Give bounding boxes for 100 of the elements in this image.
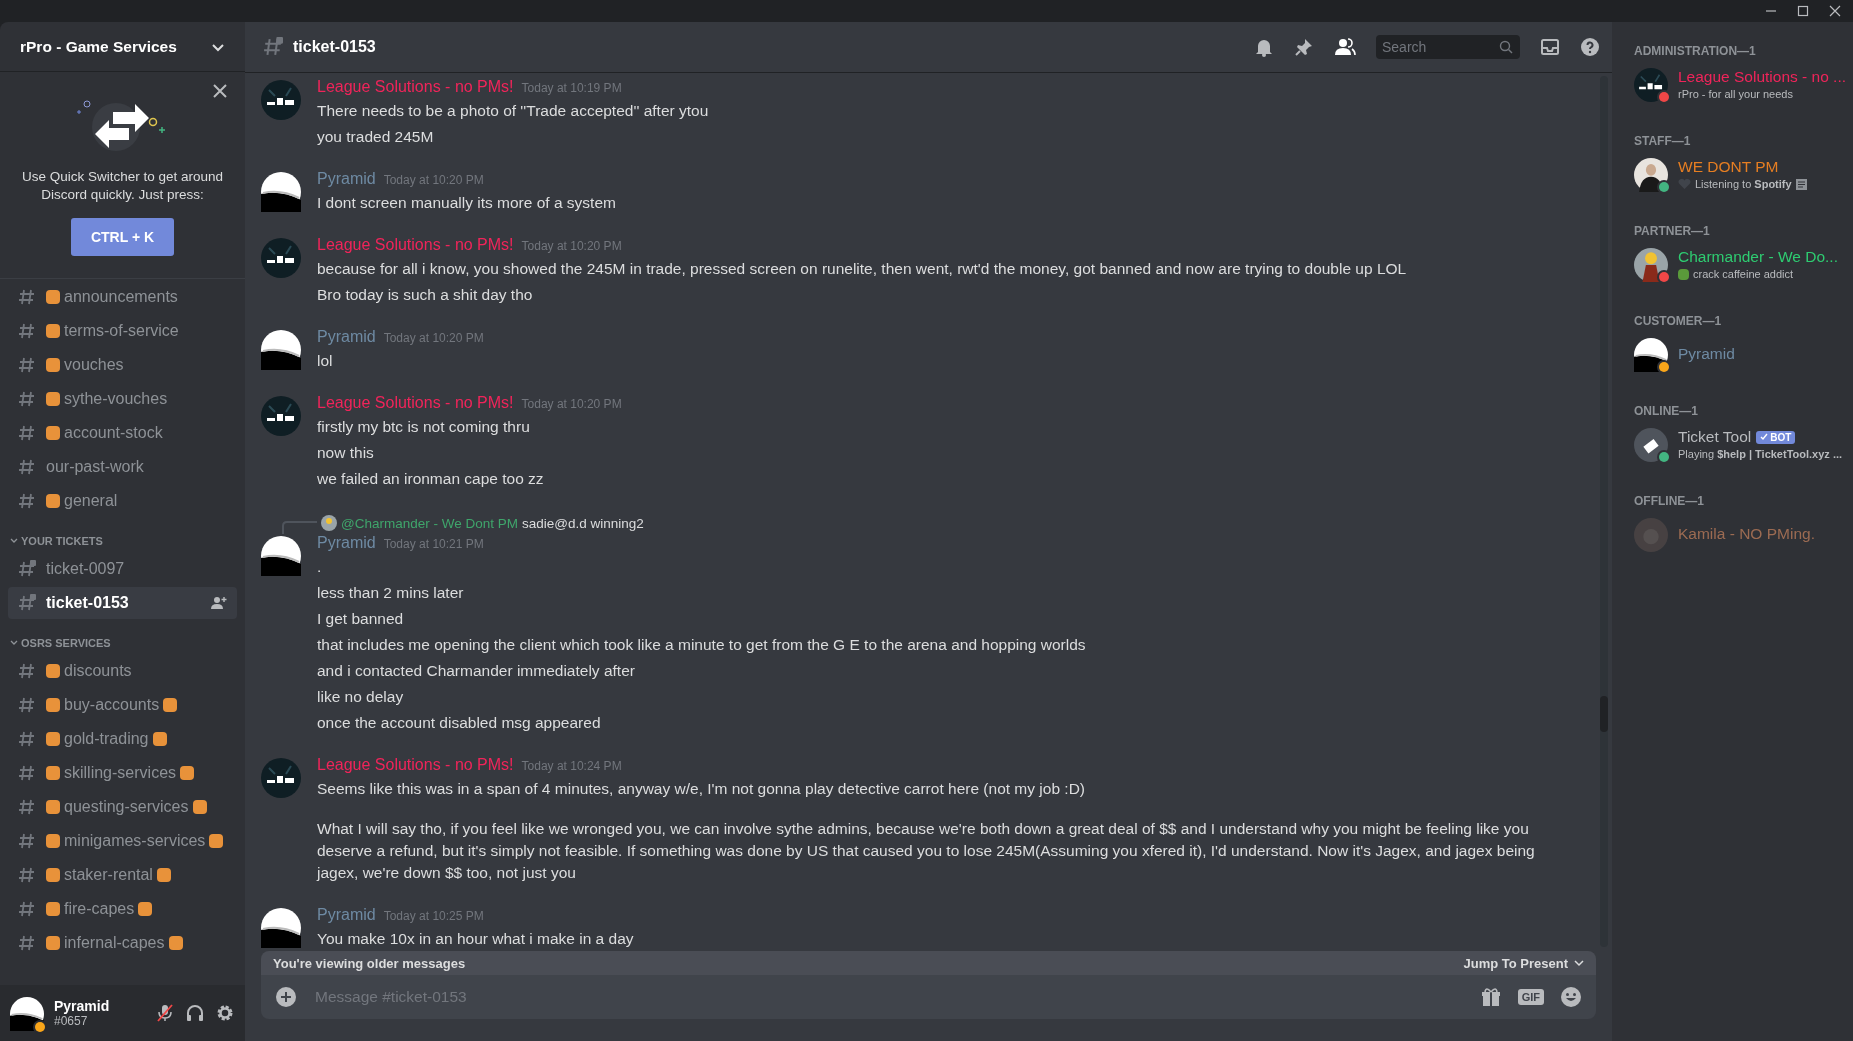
member-activity: Listening to Spotify [1695,178,1792,190]
timestamp: Today at 10:21 PM [383,537,484,551]
message-text: because for all i know, you showed the 245M in trade, pressed screen on runelite, then went, rwt'd the money, got banned and now are trying to double up LOL [317,259,1408,279]
timestamp: Today at 10:20 PM [521,239,622,253]
channel-item[interactable]: our-past-work [8,451,237,483]
member-item[interactable]: League Solutions - no ... rPro - for all your needs [1612,62,1845,106]
category-heading[interactable]: OSRS SERVICES [21,637,111,649]
member-name: WE DONT PM [1678,158,1779,176]
author-name[interactable]: League Solutions - no PMs! [317,236,514,254]
settings-icon[interactable] [215,1003,235,1023]
member-item[interactable]: Pyramid [1612,332,1845,376]
reply-line [281,520,317,534]
search-field[interactable]: Search [1376,35,1520,59]
member-name: Pyramid [1678,345,1735,363]
message-text: and i contacted Charmander immediately after [317,661,636,681]
author-name[interactable]: Pyramid [317,906,376,924]
avatar [10,997,44,1031]
hash-icon [18,798,36,816]
author-name[interactable]: Pyramid [317,534,376,552]
message-text: What I will say tho, if you feel like we wronged you, we can involve sythe admins, because we're both down a great deal of $$ and I understand why you might be feeling like you deserve a refund, but it's simply not feasible. If something was done by US that caused you to lose 245M(Assuming you xfered it), I'd understand. Now it's Jagex, and jagex being jagex, we're down $$ too, not just you [317,819,1536,883]
channel-item[interactable]: account-stock [8,417,237,449]
channel-item[interactable]: minigames-services [8,825,237,857]
hash-icon [18,288,36,306]
help-icon[interactable] [1580,37,1600,57]
timestamp: Today at 10:20 PM [383,331,484,345]
bell-icon[interactable] [1254,37,1274,57]
message-text: lol [317,351,334,371]
channel-item[interactable]: ticket-0153 [8,587,237,619]
scrollbar[interactable] [1600,76,1608,947]
muted-microphone-icon[interactable] [155,1003,175,1023]
chevron-down-icon[interactable] [10,537,18,545]
plus-icon[interactable] [275,986,297,1008]
channel-item[interactable]: announcements [8,281,237,313]
mention-link[interactable]: @Charmander - We Dont PM [341,515,518,531]
message-text: . [317,557,323,577]
message-text: we failed an ironman cape too zz [317,469,545,489]
hash-icon [18,492,36,510]
timestamp: Today at 10:20 PM [521,397,622,411]
hash-icon [18,322,36,340]
channel-item[interactable]: terms-of-service [8,315,237,347]
channel-item[interactable]: general [8,485,237,517]
category-heading[interactable]: YOUR TICKETS [21,535,103,547]
add-member-icon[interactable] [211,596,227,610]
locked-hash-icon [18,594,36,612]
member-name: Kamila - NO PMing. [1678,525,1815,543]
inbox-icon[interactable] [1540,37,1560,57]
server-name: rPro - Game Services [20,37,177,56]
hash-icon [18,730,36,748]
hash-icon [18,832,36,850]
hash-icon [18,424,36,442]
hash-icon [18,696,36,714]
timestamp: Today at 10:19 PM [521,81,622,95]
author-name[interactable]: Pyramid [317,170,376,188]
channel-item[interactable]: infernal-capes [8,927,237,959]
author-name[interactable]: League Solutions - no PMs! [317,394,514,412]
channel-item[interactable]: fire-capes [8,893,237,925]
headphones-icon[interactable] [185,1003,205,1023]
channel-item[interactable]: ticket-0097 [8,553,237,585]
timestamp: Today at 10:25 PM [383,909,484,923]
member-item[interactable]: Ticket Tool BOT Playing $help | TicketTool.xyz ... [1612,422,1845,466]
locked-hash-icon [18,560,36,578]
gift-icon[interactable] [1479,986,1502,1008]
reply-text: sadie@d.d winning2 [522,515,644,531]
author-name[interactable]: League Solutions - no PMs! [317,78,514,96]
author-name[interactable]: League Solutions - no PMs! [317,756,514,774]
timestamp: Today at 10:20 PM [383,173,484,187]
members-icon[interactable] [1334,37,1356,57]
member-item[interactable]: Kamila - NO PMing. [1612,512,1845,556]
channel-item[interactable]: skilling-services [8,757,237,789]
channel-item[interactable]: staker-rental [8,859,237,891]
chevron-down-icon [1574,958,1584,968]
channel-item[interactable]: sythe-vouches [8,383,237,415]
channel-item[interactable]: buy-accounts [8,689,237,721]
hash-icon [18,866,36,884]
jump-button[interactable]: Jump To Present [1463,955,1584,971]
message-text: I get banned [317,609,405,629]
pin-icon[interactable] [1294,37,1314,57]
channel-item[interactable]: questing-services [8,791,237,823]
shortcut-button[interactable]: CTRL + K [70,218,175,256]
maximize-icon[interactable] [1797,5,1809,17]
member-item[interactable]: Charmander - We Do... crack caffeine addict [1612,242,1845,286]
channel-item[interactable]: gold-trading [8,723,237,755]
member-name: Ticket Tool [1678,428,1752,446]
member-activity: rPro - for all your needs [1678,88,1793,100]
emoji-icon[interactable] [1560,986,1582,1008]
author-name[interactable]: Pyramid [317,328,376,346]
channel-title: ticket-0153 [293,38,376,56]
hash-icon [18,356,36,374]
avatar [321,515,337,531]
hash-icon [18,934,36,952]
member-activity: Playing $help | TicketTool.xyz ... [1678,448,1843,460]
message-text: You make 10x in an hour what i make in a day [317,929,635,949]
channel-item[interactable]: discounts [8,655,237,687]
close-icon[interactable] [1829,5,1841,17]
chevron-down-icon[interactable] [10,639,18,647]
channel-item[interactable]: vouches [8,349,237,381]
member-group-heading: PARTNER—1 [1633,223,1711,240]
gif-button[interactable]: GIF [1517,989,1544,1005]
close-icon[interactable] [213,84,227,98]
member-item[interactable]: WE DONT PM Listening to Spotify [1612,152,1845,196]
